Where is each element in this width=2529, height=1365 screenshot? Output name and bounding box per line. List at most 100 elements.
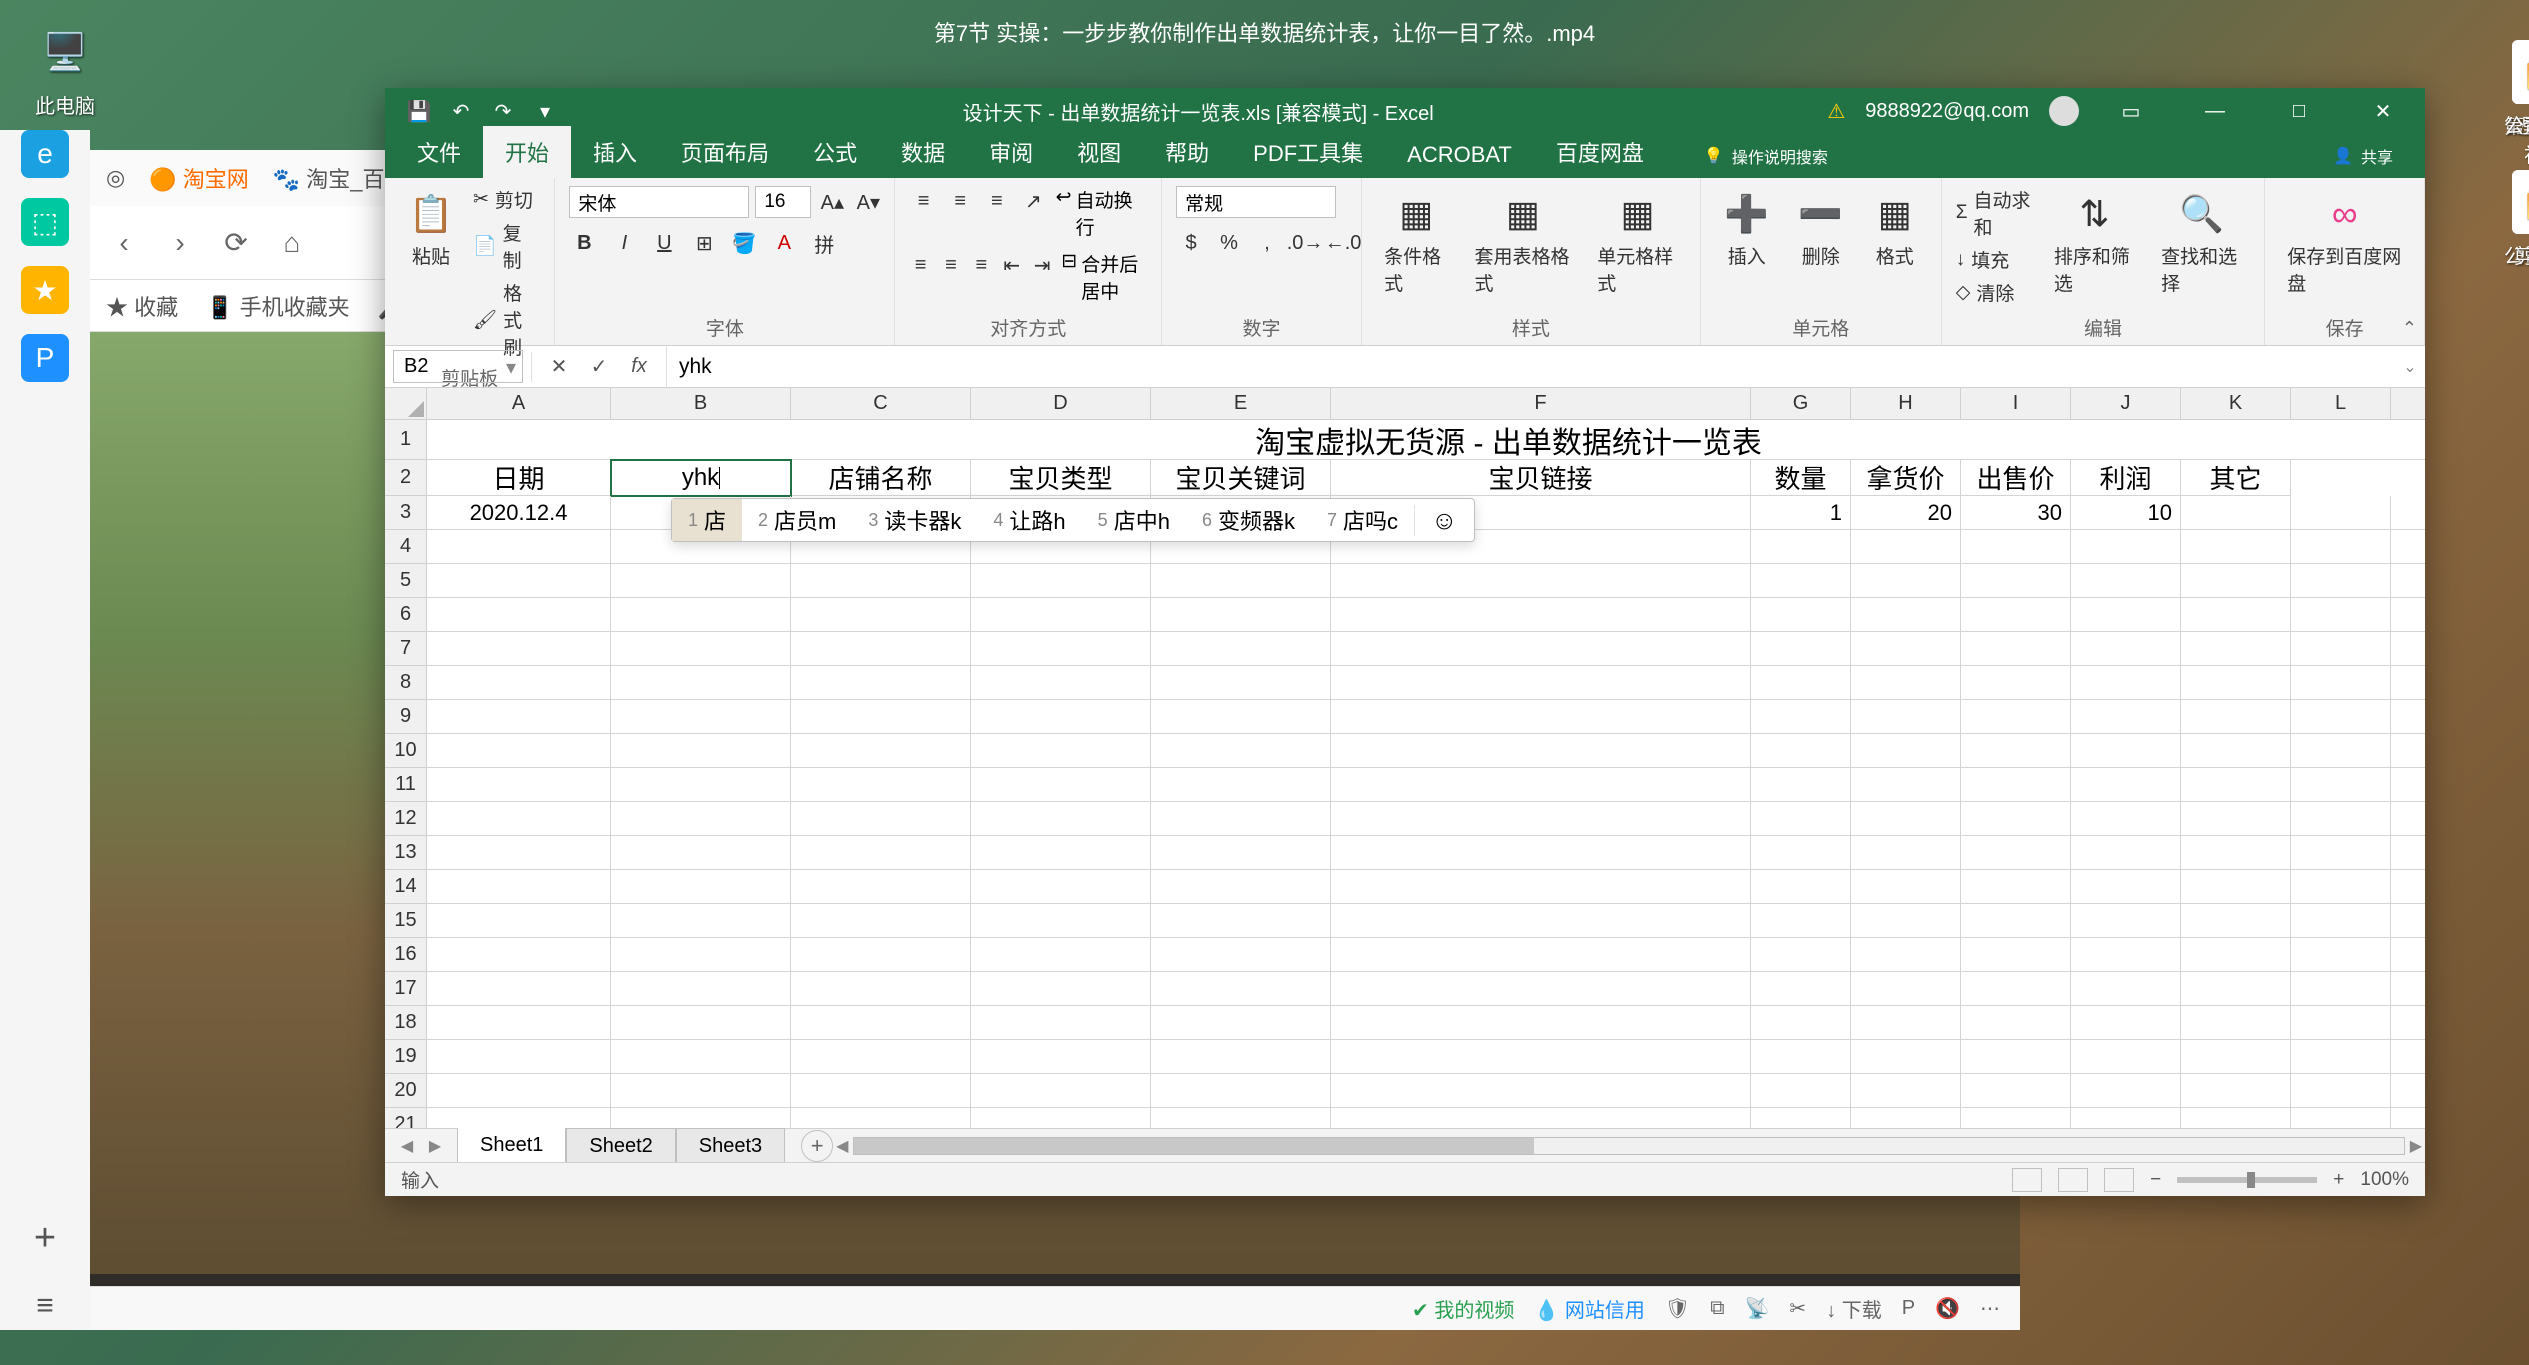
column-header[interactable]: D (971, 388, 1151, 419)
empty-cell[interactable] (1331, 768, 1751, 802)
empty-cell[interactable] (1331, 870, 1751, 904)
view-page-layout-button[interactable] (2058, 1168, 2088, 1192)
empty-cell[interactable] (1851, 836, 1961, 870)
align-middle-button[interactable]: ≡ (946, 186, 975, 216)
empty-cell[interactable] (971, 870, 1151, 904)
empty-cell[interactable] (2071, 632, 2181, 666)
insert-cells-button[interactable]: ➕插入 (1715, 186, 1779, 273)
desktop-icon[interactable]: 📁剪贴板 (2499, 170, 2529, 269)
view-page-break-button[interactable] (2104, 1168, 2134, 1192)
header-cell[interactable]: 其它 (2181, 460, 2291, 496)
row-header[interactable]: 8 (385, 666, 426, 700)
empty-cell[interactable] (2181, 496, 2291, 530)
empty-cell[interactable] (2181, 632, 2291, 666)
empty-cell[interactable] (971, 938, 1151, 972)
empty-cell[interactable] (971, 802, 1151, 836)
paste-button[interactable]: 📋粘贴 (399, 186, 463, 273)
sort-filter-button[interactable]: ⇅排序和筛选 (2046, 186, 2143, 300)
number-format-select[interactable] (1176, 186, 1336, 218)
increase-font-button[interactable]: A▴ (817, 187, 847, 217)
empty-cell[interactable] (1961, 700, 2071, 734)
empty-cell[interactable] (1961, 734, 2071, 768)
empty-cell[interactable] (2391, 768, 2425, 802)
zoom-in-button[interactable]: + (2333, 1169, 2344, 1191)
browser-tab[interactable]: 🐾 淘宝_百 (273, 162, 385, 194)
empty-cell[interactable] (2181, 666, 2291, 700)
empty-cell[interactable] (1151, 870, 1331, 904)
empty-cell[interactable] (2071, 666, 2181, 700)
desktop-icon[interactable]: 📁公司报价 (2499, 40, 2529, 139)
empty-cell[interactable] (1851, 904, 1961, 938)
empty-cell[interactable] (1151, 904, 1331, 938)
empty-cell[interactable] (2291, 666, 2391, 700)
close-button[interactable]: ✕ (2351, 88, 2415, 134)
find-select-button[interactable]: 🔍查找和选择 (2153, 186, 2250, 300)
empty-cell[interactable] (1331, 564, 1751, 598)
empty-cell[interactable] (1151, 1108, 1331, 1128)
empty-cell[interactable] (1851, 666, 1961, 700)
empty-cell[interactable] (1751, 666, 1851, 700)
undo-button[interactable]: ↶ (447, 97, 475, 125)
data-cell[interactable]: 30 (1961, 496, 2071, 530)
empty-cell[interactable] (427, 972, 611, 1006)
column-header[interactable]: K (2181, 388, 2291, 419)
cut-button[interactable]: ✂剪切 (473, 186, 540, 213)
empty-cell[interactable] (427, 870, 611, 904)
empty-cell[interactable] (1851, 1006, 1961, 1040)
empty-cell[interactable] (1751, 632, 1851, 666)
empty-cell[interactable] (971, 1006, 1151, 1040)
empty-cell[interactable] (1851, 564, 1961, 598)
menu-icon[interactable]: ≡ (21, 1282, 69, 1330)
empty-cell[interactable] (1331, 632, 1751, 666)
border-button[interactable]: ⊞ (689, 228, 719, 258)
empty-cell[interactable] (1961, 1040, 2071, 1074)
empty-cell[interactable] (971, 666, 1151, 700)
empty-cell[interactable] (2071, 870, 2181, 904)
format-painter-button[interactable]: 🖌格式刷 (473, 279, 540, 360)
empty-cell[interactable] (971, 836, 1151, 870)
tab-file[interactable]: 文件 (395, 126, 483, 178)
empty-cell[interactable] (2291, 530, 2391, 564)
forward-button[interactable]: › (162, 225, 198, 261)
empty-cell[interactable] (1751, 802, 1851, 836)
empty-cell[interactable] (1751, 530, 1851, 564)
empty-cell[interactable] (1961, 938, 2071, 972)
header-cell[interactable]: 利润 (2071, 460, 2181, 496)
desktop-icon-this-pc[interactable]: 🖥️ 此电脑 (20, 20, 110, 119)
select-all-button[interactable] (385, 388, 427, 420)
empty-cell[interactable] (791, 768, 971, 802)
empty-cell[interactable] (611, 632, 791, 666)
empty-cell[interactable] (2291, 496, 2391, 530)
empty-cell[interactable] (1961, 870, 2071, 904)
empty-cell[interactable] (2291, 972, 2391, 1006)
column-header[interactable]: E (1151, 388, 1331, 419)
empty-cell[interactable] (1851, 938, 1961, 972)
row-header[interactable]: 19 (385, 1040, 426, 1074)
empty-cell[interactable] (1851, 1040, 1961, 1074)
scissors-icon[interactable]: ✂ (1789, 1296, 1806, 1321)
empty-cell[interactable] (1151, 972, 1331, 1006)
empty-cell[interactable] (791, 700, 971, 734)
empty-cell[interactable] (2181, 802, 2291, 836)
empty-cell[interactable] (1331, 938, 1751, 972)
empty-cell[interactable] (791, 1040, 971, 1074)
currency-button[interactable]: $ (1176, 228, 1206, 258)
row-header[interactable]: 18 (385, 1006, 426, 1040)
empty-cell[interactable] (1331, 734, 1751, 768)
empty-cell[interactable] (427, 904, 611, 938)
empty-cell[interactable] (1851, 734, 1961, 768)
empty-cell[interactable] (1851, 870, 1961, 904)
row-header[interactable]: 4 (385, 530, 426, 564)
empty-cell[interactable] (2291, 1108, 2391, 1128)
capture-icon[interactable]: ⧉ (1710, 1297, 1724, 1320)
header-cell[interactable]: 日期 (427, 460, 611, 496)
empty-cell[interactable] (2391, 972, 2425, 1006)
header-cell[interactable]: 数量 (1751, 460, 1851, 496)
empty-cell[interactable] (2181, 564, 2291, 598)
tab-pdf[interactable]: PDF工具集 (1231, 126, 1385, 178)
empty-cell[interactable] (2071, 1074, 2181, 1108)
empty-cell[interactable] (2391, 870, 2425, 904)
empty-cell[interactable] (2181, 530, 2291, 564)
ime-candidate[interactable]: 3读卡器k (852, 499, 977, 541)
empty-cell[interactable] (611, 1040, 791, 1074)
